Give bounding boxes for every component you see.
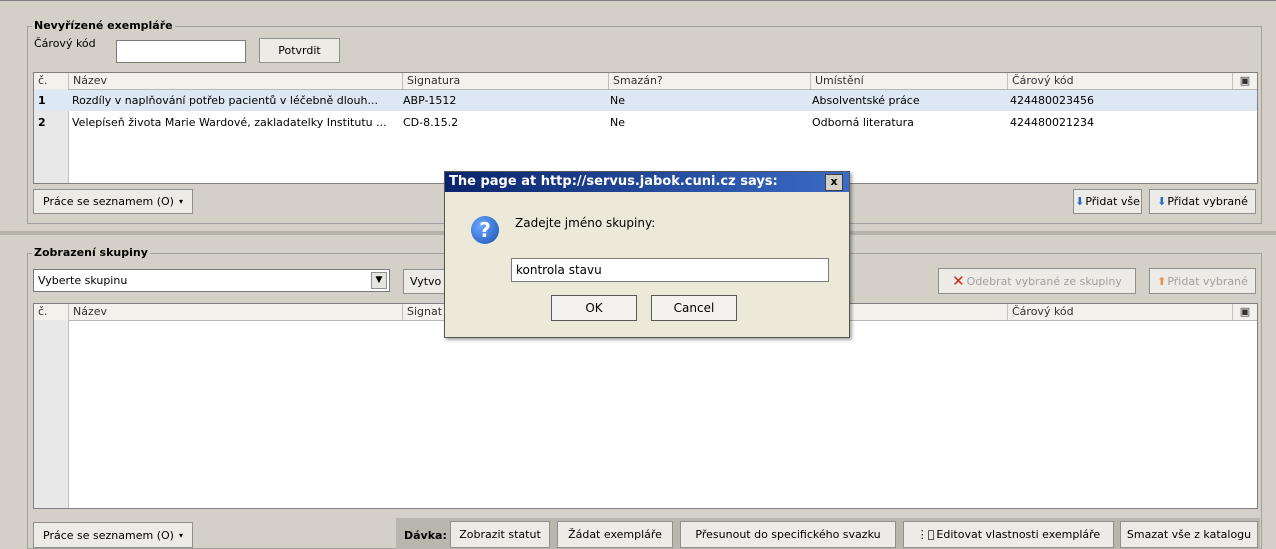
group-select[interactable]: Vyberte skupinu ▼ (33, 269, 390, 292)
barcode-input[interactable] (116, 40, 246, 63)
row-barcode: 424480023456 (1010, 94, 1094, 107)
delete-from-catalog-button[interactable]: Smazat vše z katalogu (1120, 521, 1258, 548)
arrow-down-icon: ⬇ (1157, 195, 1167, 208)
pending-title: Nevyřízené exempláře (32, 19, 175, 32)
request-copies-button[interactable]: Žádat exempláře (557, 521, 673, 548)
dialog-message: Zadejte jméno skupiny: (515, 216, 656, 230)
group-title: Zobrazení skupiny (32, 246, 150, 259)
show-status-button[interactable]: Zobrazit statut (450, 521, 550, 548)
row-number: 1 (38, 94, 46, 107)
chevron-down-icon: ▾ (178, 197, 183, 206)
close-icon[interactable]: x (825, 174, 843, 191)
row-signature: ABP-1512 (403, 94, 457, 107)
dialog-title: The page at http://servus.jabok.cuni.cz … (449, 174, 778, 189)
row-location: Absolventské práce (812, 94, 920, 107)
col-title[interactable]: Název (68, 304, 402, 320)
ok-button[interactable]: OK (551, 295, 637, 321)
dialog-titlebar[interactable]: The page at http://servus.jabok.cuni.cz … (445, 172, 849, 192)
pending-table-header: č. Název Signatura Smazán? Umístění Čáro… (34, 73, 1257, 90)
col-barcode[interactable]: Čárový kód (1007, 73, 1232, 89)
row-title: Velepíseň života Marie Wardové, zakladat… (72, 116, 387, 129)
pending-table: č. Název Signatura Smazán? Umístění Čáro… (33, 72, 1258, 184)
row-number: 2 (38, 116, 46, 129)
row-location: Odborná literatura (812, 116, 914, 129)
row-barcode: 424480021234 (1010, 116, 1094, 129)
group-name-input[interactable]: kontrola stavu (511, 258, 829, 282)
x-remove-icon: ✕ (952, 272, 965, 290)
batch-label: Dávka: (404, 529, 447, 542)
group-add-selected-label: Přidat vybrané (1167, 274, 1248, 288)
row-deleted: Ne (610, 94, 625, 107)
row-number-column (34, 320, 69, 508)
table-row[interactable]: 2 Velepíseň života Marie Wardové, zaklad… (34, 112, 1257, 133)
edit-properties-button[interactable]: ⋮⃞ Editovat vlastnosti exempláře (903, 521, 1114, 548)
question-icon: ? (471, 216, 499, 244)
column-picker-icon[interactable]: ▣ (1232, 73, 1257, 89)
chevron-down-icon[interactable]: ▼ (371, 272, 387, 289)
cancel-button[interactable]: Cancel (651, 295, 737, 321)
group-add-selected-button[interactable]: ⬆ Přidat vybrané (1149, 268, 1256, 294)
add-all-label: Přidat vše (1085, 195, 1140, 208)
create-group-label: Vytvo (410, 275, 442, 288)
column-picker-icon[interactable]: ▣ (1232, 304, 1257, 320)
move-to-volume-button[interactable]: Přesunout do specifického svazku (680, 521, 896, 548)
row-deleted: Ne (610, 116, 625, 129)
edit-icon: ⋮⃞ (916, 528, 935, 541)
col-number[interactable]: č. (34, 73, 68, 89)
arrow-up-icon: ⬆ (1157, 274, 1167, 288)
top-border (0, 0, 1276, 1)
edit-properties-label: Editovat vlastnosti exempláře (936, 528, 1101, 541)
arrow-down-icon: ⬇ (1075, 195, 1085, 208)
list-work-button[interactable]: Práce se seznamem (O) ▾ (33, 189, 193, 214)
col-barcode[interactable]: Čárový kód (1007, 304, 1232, 320)
add-all-button[interactable]: ⬇ Přidat vše (1073, 189, 1142, 214)
remove-from-group-button[interactable]: ✕ Odebrat vybrané ze skupiny (938, 268, 1136, 294)
row-signature: CD-8.15.2 (403, 116, 459, 129)
confirm-button[interactable]: Potvrdit (259, 38, 340, 63)
group-select-value: Vyberte skupinu (38, 274, 128, 287)
barcode-label: Čárový kód (34, 37, 96, 50)
col-number[interactable]: č. (34, 304, 68, 320)
col-signature[interactable]: Signatura (402, 73, 608, 89)
remove-from-group-label: Odebrat vybrané ze skupiny (966, 274, 1122, 288)
add-selected-button[interactable]: ⬇ Přidat vybrané (1149, 189, 1256, 214)
group-list-work-label: Práce se seznamem (O) (43, 528, 174, 542)
chevron-down-icon: ▾ (178, 530, 183, 540)
add-selected-label: Přidat vybrané (1167, 195, 1248, 208)
table-row[interactable]: 1 Rozdíly v naplňování potřeb pacientů v… (34, 90, 1257, 111)
prompt-dialog: The page at http://servus.jabok.cuni.cz … (444, 171, 850, 338)
group-list-work-button[interactable]: Práce se seznamem (O) ▾ (33, 522, 193, 548)
list-work-label: Práce se seznamem (O) (43, 195, 174, 208)
col-title[interactable]: Název (68, 73, 402, 89)
row-title: Rozdíly v naplňování potřeb pacientů v l… (72, 94, 378, 107)
col-deleted[interactable]: Smazán? (608, 73, 810, 89)
col-location[interactable]: Umístění (810, 73, 1007, 89)
